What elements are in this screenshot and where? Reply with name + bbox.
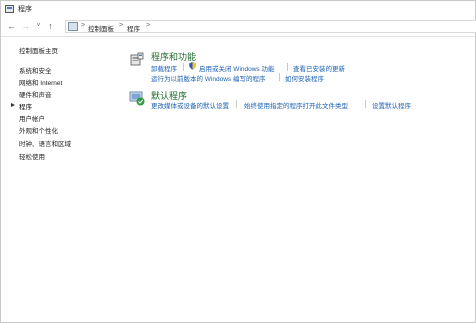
installed-updates-link[interactable]: 查看已安装的更新 [293,63,345,73]
link-divider [365,100,366,108]
uninstall-program-link[interactable]: 卸载程序 [151,63,177,73]
control-panel-window: 程序 ← → ˅ ↑ > 控制面板 > 程序 > 控制面板主页 系统和安全 网络… [0,0,476,323]
breadcrumb-separator: > [146,22,151,29]
control-panel-app-icon [5,5,14,13]
breadcrumb-separator: > [119,22,124,29]
back-arrow-icon[interactable]: ← [6,21,17,32]
windows-features-link[interactable]: 启用或关闭 Windows 功能 [199,63,274,73]
link-divider [279,73,280,81]
sidebar-item-ease-of-access[interactable]: 轻松使用 [19,151,45,161]
link-divider [236,100,237,108]
sidebar-item-network[interactable]: 网络和 Internet [19,77,62,87]
link-divider [183,63,184,71]
set-default-programs-link[interactable]: 设置默认程序 [372,100,411,110]
breadcrumb-programs[interactable]: 程序 [127,23,140,33]
sidebar-item-system-security[interactable]: 系统和安全 [19,65,52,75]
sidebar-item-clock-region[interactable]: 时钟、语言和区域 [19,138,71,148]
control-panel-icon [68,22,78,31]
forward-arrow-icon[interactable]: → [20,21,31,32]
navigation-bar: ← → ˅ ↑ > 控制面板 > 程序 > [1,18,476,37]
shield-icon [189,62,196,70]
address-bar[interactable]: > 控制面板 > 程序 > [65,20,476,33]
sidebar-item-hardware-sound[interactable]: 硬件和声音 [19,89,52,99]
breadcrumb-separator: > [81,22,86,29]
current-item-bullet-icon [11,103,15,107]
sidebar-item-appearance[interactable]: 外观和个性化 [19,125,58,135]
sidebar-item-home[interactable]: 控制面板主页 [19,45,58,55]
default-programs-icon[interactable] [129,90,145,106]
chevron-down-icon[interactable]: ˅ [33,21,44,32]
breadcrumb-control-panel[interactable]: 控制面板 [88,23,114,33]
programs-features-icon[interactable] [129,51,145,67]
how-to-install-link[interactable]: 如何安装程序 [285,73,324,83]
window-title: 程序 [18,6,32,13]
sidebar-item-programs[interactable]: 程序 [19,101,32,111]
media-device-defaults-link[interactable]: 更改媒体或设备的默认设置 [151,100,229,110]
compatibility-link[interactable]: 运行为以前版本的 Windows 编写的程序 [151,73,265,83]
sidebar-item-user-accounts[interactable]: 用户帐户 [19,113,45,123]
title-bar: 程序 [1,1,475,17]
up-arrow-icon[interactable]: ↑ [45,21,56,32]
file-type-association-link[interactable]: 始终使用指定的程序打开此文件类型 [244,100,348,110]
link-divider [287,63,288,71]
